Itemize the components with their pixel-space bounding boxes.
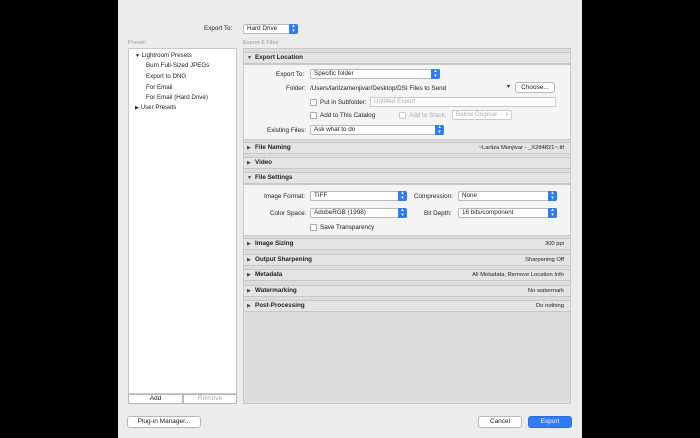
preset-group-lightroom[interactable]: ▼ Lightroom Presets <box>135 52 192 59</box>
compression-label: Compression: <box>414 193 453 200</box>
section-image-sizing[interactable]: ▶ Image Sizing 300 ppi <box>243 238 571 250</box>
export-button[interactable]: Export <box>528 416 572 428</box>
section-summary: Sharpening Off <box>525 257 564 263</box>
preset-group-label: User Presets <box>140 104 177 111</box>
image-format-popup[interactable]: TIFF ▴ ▾ <box>310 191 407 201</box>
preset-item[interactable]: For Email <box>146 84 172 91</box>
section-title: Export Location <box>255 54 303 61</box>
export-to-value: Hard Drive <box>247 25 278 32</box>
disclosure-right-icon: ▶ <box>247 160 251 166</box>
popup-value: Ask what to do <box>314 126 356 133</box>
section-metadata[interactable]: ▶ Metadata All Metadata, Remove Location … <box>243 269 571 281</box>
export-files-title: Export 6 Files <box>243 40 279 46</box>
popup-value: TIFF <box>314 192 328 199</box>
add-preset-button[interactable]: Add <box>128 394 183 404</box>
popup-arrows-icon: ▴ ▾ <box>289 24 298 34</box>
preset-item[interactable]: Burn Full-Sized JPEGs <box>146 62 209 69</box>
add-stack-label: Add to Stack: <box>409 112 447 119</box>
section-output-sharpening[interactable]: ▶ Output Sharpening Sharpening Off <box>243 254 571 266</box>
color-space-popup[interactable]: AdobeRGB (1998) ▴ ▾ <box>310 208 407 218</box>
folder-path: /Users/laritzamenjivar/Desktop/DSI Files… <box>310 85 447 92</box>
choose-folder-button[interactable]: Choose... <box>515 82 555 93</box>
stepper-icon: ⇕ <box>504 112 509 118</box>
subfolder-label: Put in Subfolder: <box>320 99 367 106</box>
popup-value: AdobeRGB (1998) <box>314 209 366 216</box>
section-video[interactable]: ▶ Video <box>243 157 571 169</box>
popup-arrows-icon: ▴ ▾ <box>398 208 407 218</box>
add-catalog-label: Add to This Catalog <box>320 112 376 119</box>
folder-label: Folder: <box>286 85 306 92</box>
popup-arrows-icon: ▴ ▾ <box>548 208 557 218</box>
popup-arrows-icon: ▴ ▾ <box>431 69 440 79</box>
image-format-label: Image Format: <box>264 193 305 200</box>
section-summary: ~Laritza Menjivar - _X284821~.tif <box>478 145 564 151</box>
compression-popup[interactable]: None ▴ ▾ <box>458 191 557 201</box>
save-transparency-label: Save Transparency <box>320 224 375 231</box>
cancel-button[interactable]: Cancel <box>478 416 522 428</box>
save-transparency-checkbox[interactable] <box>310 224 317 231</box>
color-space-label: Color Space: <box>270 210 307 217</box>
existing-files-popup[interactable]: Ask what to do ▴ ▾ <box>310 125 444 135</box>
section-summary: 300 ppi <box>544 241 564 247</box>
export-to-label: Export To: <box>204 25 233 32</box>
preset-group-user[interactable]: ▶ User Presets <box>135 104 176 111</box>
section-title: Metadata <box>255 271 283 278</box>
disclosure-right-icon: ▶ <box>247 257 251 263</box>
section-file-settings[interactable]: ▼ File Settings <box>243 172 571 184</box>
add-stack-checkbox[interactable] <box>399 112 406 119</box>
export-to-popup[interactable]: Hard Drive ▴ ▾ <box>243 24 298 34</box>
disclosure-right-icon: ▶ <box>247 145 251 151</box>
popup-value: 16 bits/component <box>462 209 514 216</box>
section-summary: No watermark <box>527 288 564 294</box>
popup-value: Specific folder <box>314 70 354 77</box>
section-summary: All Metadata, Remove Location Info <box>472 272 564 278</box>
subfolder-input[interactable]: Untitled Export <box>370 97 556 107</box>
section-title: Output Sharpening <box>255 256 313 263</box>
popup-arrows-icon: ▴ ▾ <box>435 125 444 135</box>
subfolder-checkbox[interactable] <box>310 99 317 106</box>
section-file-naming[interactable]: ▶ File Naming ~Laritza Menjivar - _X28482… <box>243 142 571 154</box>
section-post-processing[interactable]: ▶ Post-Processing Do nothing <box>243 300 571 312</box>
disclosure-down-icon: ▼ <box>247 55 252 61</box>
section-watermarking[interactable]: ▶ Watermarking No watermark <box>243 285 571 297</box>
export-location-to-label: Export To: <box>276 71 305 78</box>
section-title: Post-Processing <box>255 302 305 309</box>
section-title: Video <box>255 159 273 166</box>
stack-position-popup[interactable]: Below Original ⇕ <box>452 110 512 120</box>
preset-item[interactable]: Export to DNG <box>146 73 186 80</box>
disclosure-right-icon: ▶ <box>247 303 251 309</box>
preset-item[interactable]: For Email (Hard Drive) <box>146 94 208 101</box>
bit-depth-popup[interactable]: 16 bits/component ▴ ▾ <box>458 208 557 218</box>
popup-arrows-icon: ▴ ▾ <box>548 191 557 201</box>
popup-value: None <box>462 192 478 199</box>
export-location-popup[interactable]: Specific folder ▴ ▾ <box>310 69 440 79</box>
preset-group-label: Lightroom Presets <box>141 52 192 59</box>
section-title: File Naming <box>255 144 291 151</box>
popup-arrows-icon: ▴ ▾ <box>398 191 407 201</box>
section-title: Image Sizing <box>255 240 294 247</box>
disclosure-right-icon: ▶ <box>247 288 251 294</box>
preset-title: Preset: <box>128 40 147 46</box>
plugin-manager-button[interactable]: Plug-in Manager... <box>127 416 201 428</box>
section-summary: Do nothing <box>535 303 564 309</box>
existing-files-label: Existing Files: <box>267 127 306 134</box>
bit-depth-label: Bit Depth: <box>424 210 452 217</box>
disclosure-right-icon: ▶ <box>135 105 139 111</box>
disclosure-down-icon: ▼ <box>135 53 140 59</box>
popup-value: Below Original <box>456 111 497 118</box>
remove-preset-button[interactable]: Remove <box>183 394 237 404</box>
disclosure-right-icon: ▶ <box>247 272 251 278</box>
section-title: Watermarking <box>255 287 297 294</box>
folder-history-icon[interactable]: ▾ <box>507 83 510 90</box>
section-title: File Settings <box>255 174 293 181</box>
add-catalog-checkbox[interactable] <box>310 112 317 119</box>
disclosure-right-icon: ▶ <box>247 241 251 247</box>
disclosure-down-icon: ▼ <box>247 175 252 181</box>
section-export-location[interactable]: ▼ Export Location <box>243 52 571 64</box>
